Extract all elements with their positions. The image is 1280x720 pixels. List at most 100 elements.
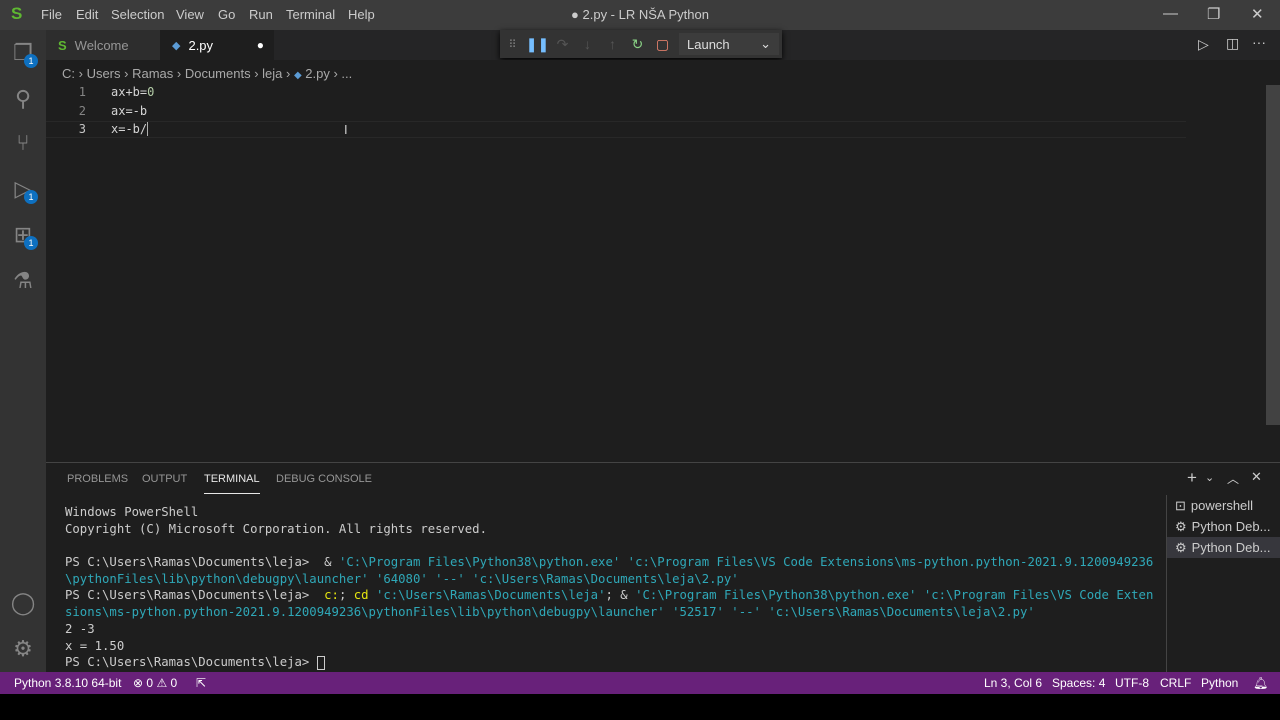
terminal-item-python-debug[interactable]: ⚙ Python Deb... — [1167, 516, 1280, 537]
search-icon[interactable]: ⚲ — [0, 76, 46, 122]
extensions-badge: 1 — [24, 236, 38, 250]
crumb[interactable]: 2.py — [305, 66, 330, 81]
close-icon[interactable]: ✕ — [1251, 5, 1264, 23]
more-actions-icon[interactable]: ··· — [1252, 34, 1266, 50]
run-debug-file-icon[interactable]: ▷ — [1198, 36, 1209, 53]
close-panel-icon[interactable]: ✕ — [1251, 469, 1262, 485]
terminal-dropdown-icon[interactable]: ⌄ — [1205, 471, 1214, 484]
terminal-line: PS C:\Users\Ramas\Documents\leja> & 'C:\… — [65, 554, 1153, 571]
number-literal: 0 — [147, 85, 155, 99]
split-editor-icon[interactable]: ◫ — [1226, 35, 1239, 52]
crumb[interactable]: ... — [341, 66, 352, 81]
explorer-icon[interactable]: ❐ 1 — [0, 30, 46, 76]
terminal-output[interactable]: Windows PowerShell Copyright (C) Microsof… — [65, 504, 1153, 671]
error-count: 0 — [146, 676, 154, 690]
settings-gear-icon[interactable]: ⚙ — [0, 626, 46, 672]
terminal-text: 'c:\Users\Ramas\Documents\leja' — [368, 588, 606, 603]
terminal-icon: ⊡ — [1175, 497, 1186, 513]
editor-scrollbar[interactable] — [1266, 85, 1280, 425]
line-ending[interactable]: CRLF — [1160, 676, 1191, 690]
terminal-line: sions\ms-python.python-2021.9.1200949236… — [65, 604, 1153, 621]
crumb[interactable]: C: — [62, 66, 75, 81]
terminal-line: Windows PowerShell — [65, 504, 1153, 521]
terminal-line: PS C:\Users\Ramas\Documents\leja> — [65, 654, 1153, 671]
terminal-text: cd — [353, 588, 369, 603]
debug-bug-icon: ⚙ — [1175, 539, 1187, 555]
live-share-icon[interactable]: ⇱ — [196, 676, 206, 690]
tab-label: Welcome — [74, 37, 129, 53]
crumb[interactable]: Documents — [185, 66, 251, 81]
tab-2py[interactable]: ◆ 2.py ● — [160, 30, 274, 60]
terminal-list: ⊡ powershell ⚙ Python Deb... ⚙ Python Deb..… — [1166, 495, 1280, 672]
welcome-logo-icon: S — [58, 37, 67, 53]
terminal-text: Copyright (C) Microsoft Corporation. All… — [65, 521, 487, 536]
source-control-icon[interactable]: ⑂ — [0, 120, 46, 166]
python-interpreter[interactable]: Python 3.8.10 64-bit — [14, 676, 121, 690]
terminal-line: \pythonFiles\lib\python\debugpy\launcher… — [65, 571, 1153, 588]
explorer-badge: 1 — [24, 54, 38, 68]
terminal-text: c: — [324, 588, 339, 603]
code-line: x=-b/ — [111, 122, 149, 136]
title-bar: S File Edit Selection View Go Run Termin… — [0, 0, 1280, 30]
tab-welcome[interactable]: S Welcome — [46, 30, 160, 60]
terminal-text: ; & — [605, 588, 636, 603]
accounts-icon[interactable]: ◯ — [0, 580, 46, 626]
terminal-label: Python Deb... — [1191, 519, 1271, 534]
terminal-text: 'C:\Program Files\Python38\python.exe' '… — [635, 588, 1154, 603]
debug-bug-icon: ⚙ — [1175, 518, 1187, 534]
problems-indicator[interactable]: ⊗ 0 ⚠ 0 — [133, 676, 177, 690]
crumb[interactable]: leja — [262, 66, 282, 81]
chevron-down-icon: ⌄ — [760, 36, 771, 51]
maximize-panel-icon[interactable]: ︿ — [1227, 470, 1239, 487]
unsaved-dot-icon[interactable]: ● — [257, 38, 264, 52]
stop-icon[interactable]: ▢ — [650, 36, 675, 53]
launch-config-select[interactable]: Launch ⌄ — [679, 33, 779, 55]
status-bar: Python 3.8.10 64-bit ⊗ 0 ⚠ 0 ⇱ Ln 3, Col… — [0, 672, 1280, 694]
step-over-icon[interactable]: ↷ — [550, 36, 575, 53]
tab-output[interactable]: OUTPUT — [142, 473, 187, 485]
warning-count: 0 — [170, 676, 178, 690]
terminal-text: PS C:\Users\Ramas\Documents\leja> — [65, 655, 317, 670]
debug-badge: 1 — [24, 190, 38, 204]
code-text: ax+b= — [111, 85, 148, 99]
tab-problems[interactable]: PROBLEMS — [67, 473, 128, 485]
terminal-text: 2 -3 — [65, 621, 95, 636]
current-line-highlight — [46, 121, 1186, 138]
step-out-icon[interactable]: ↑ — [600, 36, 625, 52]
terminal-text: Windows PowerShell — [65, 505, 199, 519]
debug-toolbar: ⠿ ❚❚ ↷ ↓ ↑ ↻ ▢ Launch ⌄ — [500, 30, 782, 58]
step-into-icon[interactable]: ↓ — [575, 36, 600, 52]
crumb[interactable]: Users — [87, 66, 121, 81]
warning-icon: ⚠ — [156, 676, 168, 690]
testing-icon[interactable]: ⚗ — [0, 258, 46, 304]
notifications-bell-icon[interactable]: 🔔︎ — [1253, 676, 1268, 690]
crumb[interactable]: Ramas — [132, 66, 173, 81]
terminal-text: PS C:\Users\Ramas\Documents\leja> & — [65, 555, 339, 570]
terminal-item-powershell[interactable]: ⊡ powershell — [1167, 495, 1280, 516]
pause-icon[interactable]: ❚❚ — [525, 36, 550, 53]
extensions-icon[interactable]: ⊞ 1 — [0, 212, 46, 258]
terminal-text: 'C:\Program Files\Python38\python.exe' '… — [338, 555, 1154, 570]
editor[interactable] — [46, 60, 1280, 462]
terminal-label: powershell — [1190, 498, 1254, 513]
language-mode[interactable]: Python — [1201, 676, 1238, 690]
indentation[interactable]: Spaces: 4 — [1052, 676, 1105, 690]
launch-config-label: Launch — [687, 36, 730, 52]
drag-handle-icon[interactable]: ⠿ — [500, 38, 525, 51]
restart-icon[interactable]: ↻ — [625, 36, 650, 53]
line-number: 1 — [78, 85, 86, 99]
run-debug-icon[interactable]: ▷ 1 — [0, 166, 46, 212]
minimize-icon[interactable]: — — [1163, 5, 1178, 22]
tab-terminal[interactable]: TERMINAL — [204, 473, 260, 494]
terminal-item-python-debug-active[interactable]: ⚙ Python Deb... — [1167, 537, 1280, 558]
restore-icon[interactable]: ❐ — [1207, 5, 1220, 23]
error-icon: ⊗ — [133, 676, 144, 690]
tab-debug-console[interactable]: DEBUG CONSOLE — [276, 473, 372, 485]
terminal-line: 2 -3 — [65, 621, 1153, 638]
encoding[interactable]: UTF-8 — [1115, 676, 1149, 690]
cursor-position[interactable]: Ln 3, Col 6 — [984, 676, 1042, 690]
line-number: 3 — [78, 122, 86, 136]
terminal-line: Copyright (C) Microsoft Corporation. All… — [65, 521, 1153, 538]
new-terminal-icon[interactable]: + — [1187, 468, 1197, 488]
